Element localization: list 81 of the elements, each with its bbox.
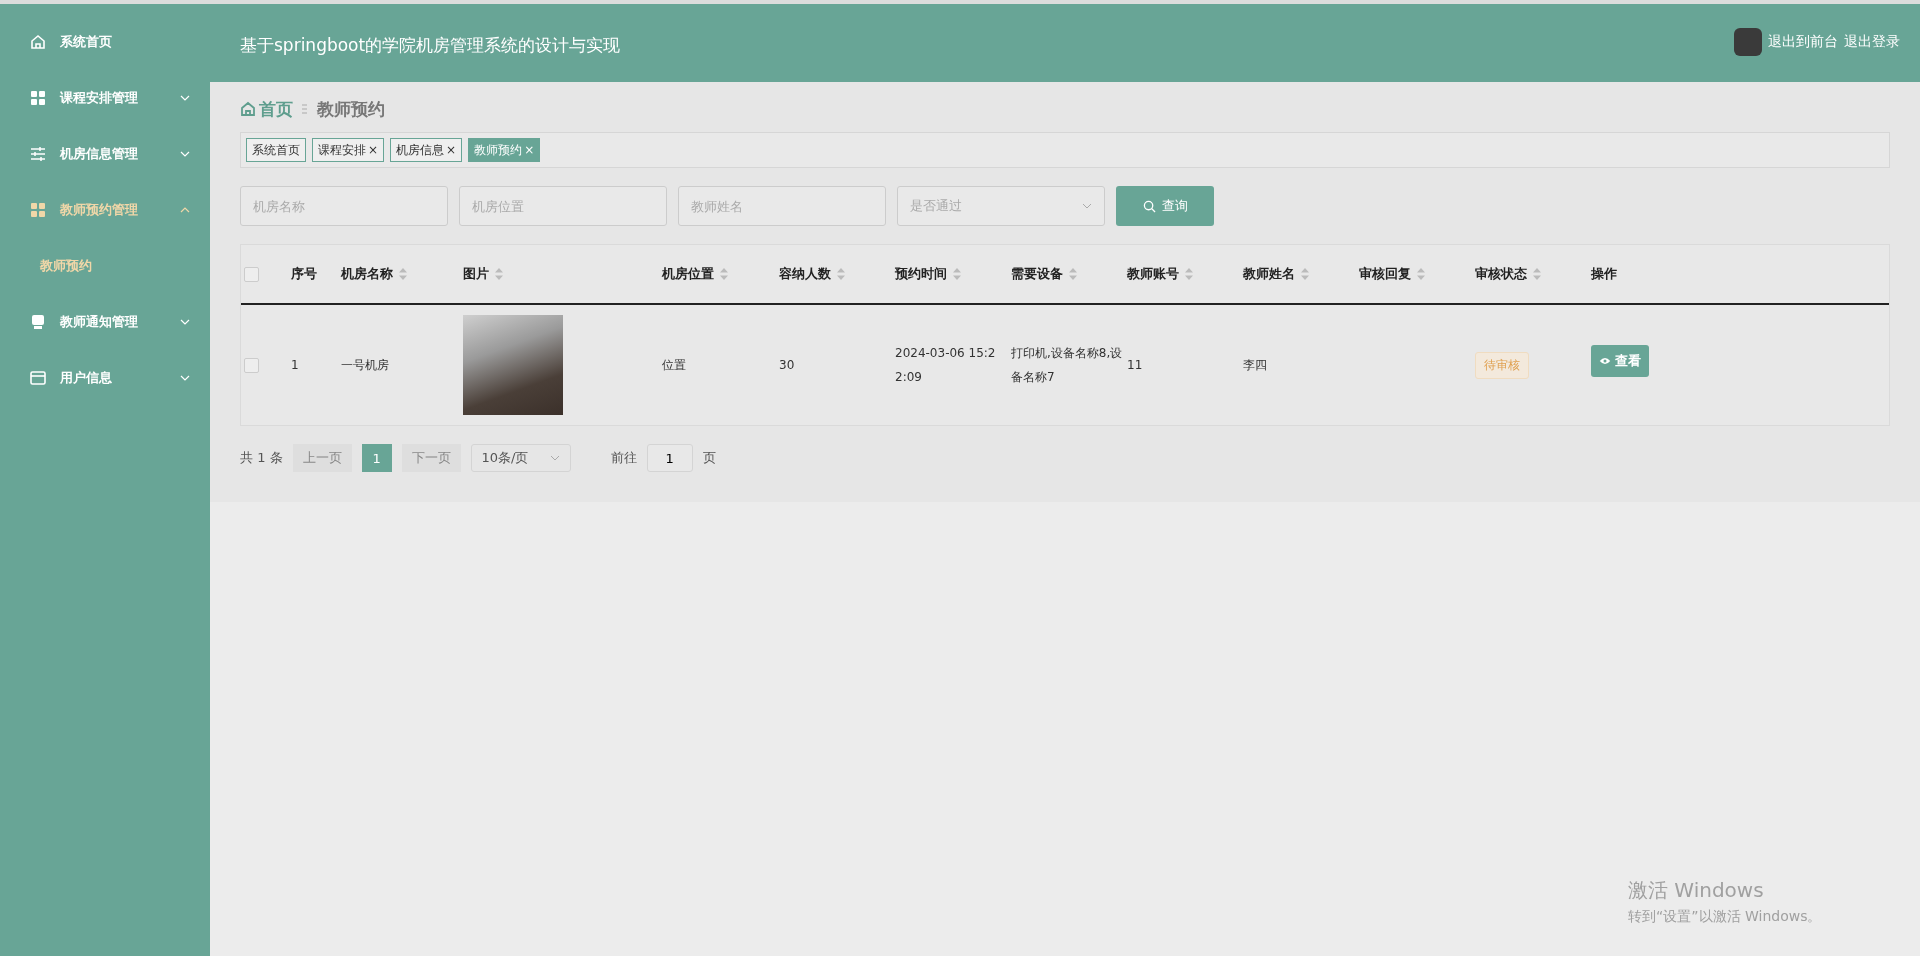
- column-header: 需要设备: [1011, 265, 1063, 283]
- search-field[interactable]: 机房位置: [459, 186, 667, 226]
- chevron-icon: [180, 207, 190, 213]
- table-cell-text: 位置: [662, 357, 687, 374]
- breadcrumb-home[interactable]: 首页: [240, 97, 293, 121]
- sidebar-item[interactable]: 教师通知管理: [0, 294, 210, 350]
- column-header: 审核状态: [1475, 265, 1527, 283]
- app-title: 基于springboot的学院机房管理系统的设计与实现: [240, 34, 621, 57]
- search-button[interactable]: 查询: [1116, 186, 1214, 226]
- column-header: 操作: [1591, 265, 1617, 283]
- eye-icon: [1599, 357, 1611, 365]
- tab[interactable]: 课程安排 ×: [312, 138, 385, 162]
- column-header: 机房名称: [341, 265, 393, 283]
- select-field[interactable]: 是否通过: [897, 186, 1105, 226]
- search-field[interactable]: 机房名称: [240, 186, 448, 226]
- tab[interactable]: 机房信息 ×: [390, 138, 463, 162]
- sort-icon[interactable]: [1301, 268, 1309, 280]
- tab[interactable]: 系统首页: [246, 138, 306, 162]
- sidebar-item[interactable]: 教师预约管理: [0, 182, 210, 238]
- page-input[interactable]: 1: [646, 444, 693, 472]
- view-button[interactable]: 查看: [1591, 345, 1649, 377]
- sort-icon[interactable]: [1069, 268, 1077, 280]
- sort-icon[interactable]: [1533, 268, 1541, 280]
- sort-icon[interactable]: [1417, 268, 1425, 280]
- home-icon: [30, 34, 46, 50]
- total-count: 共 1 条: [240, 449, 283, 467]
- sort-icon[interactable]: [399, 268, 407, 280]
- sidebar-item[interactable]: 系统首页: [0, 14, 210, 70]
- chevron-icon: [180, 151, 190, 157]
- sidebar-item[interactable]: 课程安排管理: [0, 70, 210, 126]
- column-header: 教师姓名: [1243, 265, 1295, 283]
- activation-title: 激活 Windows: [1628, 877, 1765, 904]
- sort-icon[interactable]: [1185, 268, 1193, 280]
- column-header: 教师账号: [1127, 265, 1179, 283]
- header-link[interactable]: 退出登录: [1844, 33, 1900, 51]
- table-cell-text: 李四: [1243, 357, 1268, 374]
- status-tag: 待审核: [1475, 351, 1529, 379]
- checkbox[interactable]: [244, 357, 259, 373]
- sliders-icon: [30, 146, 46, 162]
- grid-icon: [30, 90, 46, 106]
- header-link[interactable]: 退出到前台: [1768, 33, 1838, 51]
- chevron-icon: [180, 95, 190, 101]
- sidebar-item[interactable]: 机房信息管理: [0, 126, 210, 182]
- column-header: 机房位置: [662, 265, 714, 283]
- table-cell-text: 30: [779, 357, 796, 374]
- search-field[interactable]: 教师姓名: [678, 186, 886, 226]
- sort-icon[interactable]: [495, 268, 503, 280]
- tab[interactable]: 教师预约 ×: [468, 138, 541, 162]
- sort-icon[interactable]: [837, 268, 845, 280]
- separator-icon: [301, 103, 309, 115]
- activation-text: 转到“设置”以激活 Windows。: [1628, 908, 1822, 926]
- column-header: 容纳人数: [779, 265, 831, 283]
- goto-label: 前往: [610, 449, 637, 467]
- sort-icon[interactable]: [720, 268, 728, 280]
- home-icon: [240, 101, 256, 117]
- chevron-icon: [549, 455, 560, 461]
- table-cell-text: 11: [1127, 357, 1144, 374]
- card-icon: [30, 370, 46, 386]
- sidebar-subitem[interactable]: 教师预约: [0, 238, 210, 294]
- breadcrumb-current: 教师预约: [317, 97, 385, 121]
- column-header: 图片: [463, 265, 489, 283]
- page-size-select[interactable]: 10条/页: [470, 444, 571, 472]
- chevron-icon: [1082, 203, 1092, 209]
- sort-icon[interactable]: [953, 268, 961, 280]
- monitor-icon: [30, 314, 46, 330]
- chevron-icon: [180, 319, 190, 325]
- column-header: 审核回复: [1359, 265, 1411, 283]
- checkbox[interactable]: [244, 266, 259, 282]
- page-suffix: 页: [702, 449, 716, 467]
- chevron-icon: [180, 375, 190, 381]
- search-icon: [1142, 199, 1156, 213]
- column-header: 序号: [291, 265, 317, 283]
- page-number[interactable]: 1: [361, 444, 392, 472]
- table-cell-text: 一号机房: [341, 357, 390, 374]
- table-cell-text: 打印机,设备名称8,设备名称7: [1011, 345, 1124, 386]
- grid-icon: [30, 202, 46, 218]
- column-header: 预约时间: [895, 265, 947, 283]
- table-cell-text: 2024-03-06 15:22:09: [895, 345, 997, 386]
- avatar[interactable]: [1734, 28, 1762, 56]
- table-cell-text: 1: [291, 357, 300, 374]
- sidebar-item[interactable]: 用户信息: [0, 350, 210, 406]
